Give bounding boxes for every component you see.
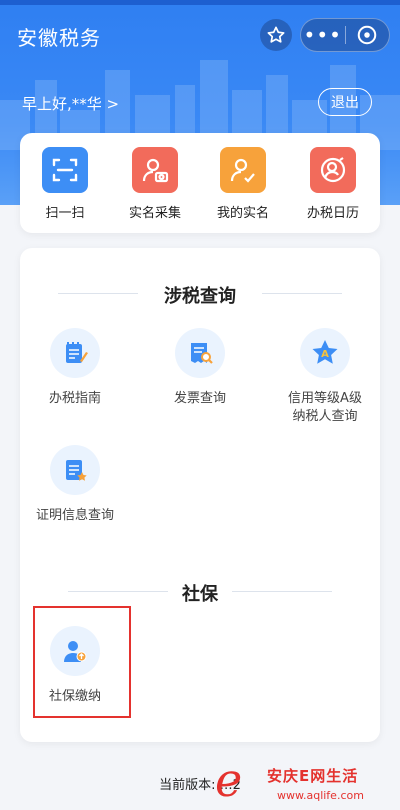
quick-action-tax-calendar[interactable]: 办税日历 [293, 147, 373, 221]
scan-icon [42, 147, 88, 193]
service-tax-guide[interactable]: 办税指南 [20, 328, 130, 408]
quick-action-scan[interactable]: 扫一扫 [25, 147, 105, 221]
section-divider-right [232, 591, 332, 592]
my-identity-icon [220, 147, 266, 193]
service-label: 证明信息查询 [35, 508, 114, 523]
service-label-line2: 纳税人查询 [292, 409, 358, 424]
tax-calendar-icon [310, 147, 356, 193]
section-divider-right [262, 293, 342, 294]
certificate-icon [50, 445, 100, 495]
section-title-tax-query: 涉税查询 [164, 286, 236, 307]
more-dots-icon: ••• [303, 23, 342, 47]
quick-action-my-identity[interactable]: 我的实名 [203, 147, 283, 221]
quick-action-label: 办税日历 [306, 206, 359, 221]
quick-actions-card: 扫一扫 实名采集 我的实名 办税日历 [20, 133, 380, 233]
more-menu-button[interactable]: ••• [301, 19, 345, 51]
credit-a-star-icon: A [300, 328, 350, 378]
quick-action-id-collection[interactable]: 实名采集 [115, 147, 195, 221]
quick-action-label: 实名采集 [128, 206, 181, 221]
quick-action-label: 我的实名 [216, 206, 269, 221]
id-camera-icon [132, 147, 178, 193]
svg-text:A: A [321, 349, 329, 360]
service-label: 办税指南 [48, 391, 101, 406]
watermark-site-name: 安庆E网生活 [267, 767, 359, 785]
section-title-social-insurance: 社保 [182, 584, 218, 605]
version-label: 当前版本: [159, 778, 216, 793]
invoice-search-icon [175, 328, 225, 378]
service-label: 信用等级A级 纳税人查询 [288, 390, 362, 426]
service-label-line1: 信用等级A级 [288, 391, 362, 406]
service-label: 发票查询 [173, 391, 226, 406]
quick-action-label: 扫一扫 [45, 206, 85, 221]
watermark-url: www.aqlife.com [277, 789, 364, 802]
app-title: 安徽税务 [17, 26, 101, 50]
close-circle-icon [357, 25, 377, 45]
star-icon [267, 26, 285, 43]
user-greeting-link[interactable]: 早上好,**华 > [22, 93, 119, 114]
service-credit-a-taxpayer[interactable]: A 信用等级A级 纳税人查询 [270, 328, 380, 426]
highlight-annotation-box [33, 606, 131, 718]
guide-notebook-icon [50, 328, 100, 378]
close-miniprogram-button[interactable] [345, 19, 389, 51]
watermark-logo-letter: e [215, 753, 243, 807]
status-strip [0, 0, 400, 5]
site-watermark: e 安庆E网生活 www.aqlife.com [215, 755, 400, 810]
service-certificate-query[interactable]: 证明信息查询 [20, 445, 130, 525]
miniprogram-capsule: ••• [300, 18, 390, 52]
service-invoice-query[interactable]: 发票查询 [145, 328, 255, 408]
logout-button[interactable]: 退出 [318, 88, 372, 116]
favorite-button[interactable] [260, 19, 292, 51]
services-card: 涉税查询 办税指南 发票查询 A 信用等级A级 纳税人查询 证明信息查询 社保 … [20, 248, 380, 742]
